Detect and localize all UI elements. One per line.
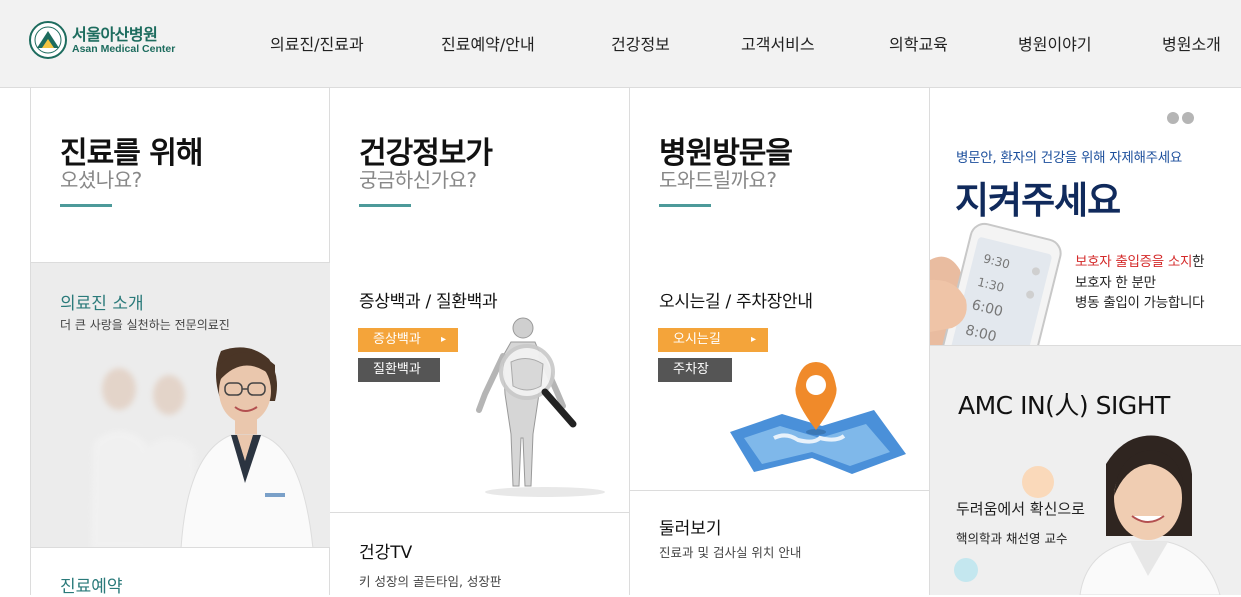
amc-insight-card[interactable]: AMC IN(人) SIGHT 두려움에서 확신으로 핵의학과 채선영 교수 — [930, 346, 1241, 595]
parking-button[interactable]: 주차장 — [658, 358, 732, 382]
symptom-encyclopedia-button[interactable]: 증상백과 ▸ — [358, 328, 458, 352]
doctor-intro-card[interactable]: 의료진 소개 더 큰 사랑을 실천하는 전문의료진 — [31, 262, 330, 548]
insight-headline: 두려움에서 확신으로 — [956, 500, 1085, 518]
col2-subtitle: 궁금하신가요? — [359, 168, 477, 192]
banner-headline: 지켜주세요 — [955, 179, 1121, 222]
doctor-intro-desc: 더 큰 사랑을 실천하는 전문의료진 — [60, 318, 230, 332]
logo-english-text: Asan Medical Center — [72, 43, 176, 55]
banner-note-2: 보호자 한 분만 — [1075, 275, 1156, 291]
col3-subtitle: 도와드릴까요? — [659, 168, 777, 192]
col3-divider — [630, 490, 929, 491]
body-magnifier-illustration — [476, 317, 605, 497]
tour-title[interactable]: 둘러보기 — [659, 514, 722, 539]
health-tv-title[interactable]: 건강TV — [359, 538, 412, 563]
reservation-link[interactable]: 진료예약 — [60, 572, 123, 597]
encyclopedia-title[interactable]: 증상백과 / 질환백과 — [359, 287, 498, 312]
nav-health-info[interactable]: 건강정보 — [611, 31, 670, 55]
nav-customer-service[interactable]: 고객서비스 — [741, 31, 815, 55]
col2-divider — [330, 512, 629, 513]
visit-restriction-banner[interactable]: 병문안, 환자의 건강을 위해 자제해주세요 지켜주세요 9:30 1:30 6… — [930, 88, 1241, 346]
parking-label: 주차장 — [673, 362, 709, 377]
chevron-right-icon: ▸ — [750, 334, 756, 345]
column-banners: 병문안, 환자의 건강을 위해 자제해주세요 지켜주세요 9:30 1:30 6… — [930, 88, 1241, 595]
nav-about-hospital[interactable]: 병원소개 — [1162, 31, 1221, 55]
column-health-info: 건강정보가 궁금하신가요? 증상백과 / 질환백과 증상백과 ▸ 질환백과 건강… — [330, 88, 630, 595]
chevron-right-icon: ▸ — [440, 334, 446, 345]
column-visit: 병원방문을 도와드릴까요? 오시는길 / 주차장안내 오시는길 ▸ 주차장 둘러… — [630, 88, 930, 595]
insight-professor: 핵의학과 채선영 교수 — [956, 531, 1068, 546]
insight-title: AMC IN(人) SIGHT — [958, 391, 1170, 420]
col3-accent-line — [659, 204, 711, 207]
site-header: 서울아산병원 Asan Medical Center 의료진/진료과 진료예약/… — [0, 0, 1241, 88]
col2-accent-line — [359, 204, 411, 207]
nav-reservation[interactable]: 진료예약/안내 — [441, 31, 535, 55]
logo-korean-text: 서울아산병원 — [72, 25, 158, 44]
nav-doctors[interactable]: 의료진/진료과 — [270, 31, 364, 55]
map-pin-illustration — [730, 362, 906, 474]
symptom-encyclopedia-label: 증상백과 — [373, 332, 421, 347]
banner-subtitle: 병문안, 환자의 건강을 위해 자제해주세요 — [956, 150, 1182, 166]
disease-encyclopedia-label: 질환백과 — [373, 362, 421, 377]
professor-photo — [954, 435, 1221, 595]
directions-parking-title[interactable]: 오시는길 / 주차장안내 — [659, 287, 813, 312]
phone-hand-illustration: 9:30 1:30 6:00 8:00 — [930, 222, 1062, 345]
disease-encyclopedia-button[interactable]: 질환백과 — [358, 358, 440, 382]
pagination-dot-2[interactable] — [1182, 112, 1194, 124]
doctor-intro-title: 의료진 소개 — [60, 294, 144, 314]
logo-emblem-icon — [29, 21, 67, 59]
directions-label: 오시는길 — [673, 332, 721, 347]
doctors-photo — [91, 347, 314, 547]
banner-note-3: 병동 출입이 가능합니다 — [1075, 295, 1205, 311]
col1-accent-line — [60, 204, 112, 207]
nav-hospital-story[interactable]: 병원이야기 — [1018, 31, 1092, 55]
banner-pagination — [1167, 109, 1197, 128]
nav-medical-education[interactable]: 의학교육 — [889, 31, 948, 55]
hospital-logo[interactable]: 서울아산병원 Asan Medical Center — [28, 20, 178, 64]
directions-button[interactable]: 오시는길 ▸ — [658, 328, 768, 352]
banner-note-1: 보호자 출입증을 소지한 — [1075, 254, 1205, 270]
column-treatment: 진료를 위해 오셨나요? 의료진 소개 더 큰 사랑을 실천하는 전문의료진 진… — [30, 88, 330, 597]
col1-subtitle: 오셨나요? — [60, 168, 142, 192]
pagination-dot-1[interactable] — [1167, 112, 1179, 124]
health-tv-desc[interactable]: 키 성장의 골든타임, 성장판 — [359, 571, 501, 590]
tour-desc[interactable]: 진료과 및 검사실 위치 안내 — [659, 542, 801, 561]
